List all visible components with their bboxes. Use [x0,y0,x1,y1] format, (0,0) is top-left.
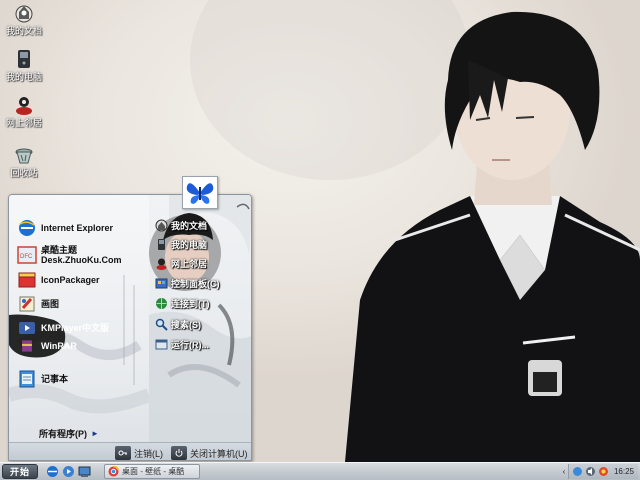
system-tray: 16:25 [568,464,638,479]
antivirus-tray-icon[interactable] [598,466,609,477]
network-neighborhood-icon [16,97,32,115]
control-panel-icon [155,278,168,288]
svg-text:DFC: DFC [20,254,33,260]
place-my-computer[interactable]: 我的电脑 [155,236,251,252]
start-menu-programs-panel: Internet Explorer DFC 桌酷主题 Desk.ZhuoKu.C… [9,195,149,442]
pinned-paint[interactable]: 画图 [17,293,145,315]
run-icon [155,339,168,349]
start-menu-places-panel: 我的文档 我的电脑 网上邻居 控制面板(C) 连接到(T) 搜索(S) 运行(R… [149,195,251,442]
place-connect-to[interactable]: 连接到(T) [155,295,251,311]
place-control-panel[interactable]: 控制面板(C) [155,275,251,291]
logoff-label: 注销(L) [134,448,163,459]
program-label: KMPlayer中文版 [41,323,110,333]
program-label: Internet Explorer [41,223,114,233]
place-label: 搜索(S) [171,319,201,330]
shutdown-button[interactable]: 关闭计算机(U) [171,445,248,460]
my-computer-icon [18,50,30,68]
place-network[interactable]: 网上邻居 [155,255,251,271]
program-label: IconPackager [41,275,100,285]
pinned-internet-explorer[interactable]: Internet Explorer [17,217,145,239]
start-button[interactable]: 开始 [2,464,38,479]
taskbar: 开始 桌面 - 壁纸 - 桌酷 ‹ 16:25 [0,462,640,480]
desktop-icon-recycle-bin[interactable]: 回收站 [2,144,46,179]
place-label: 我的文档 [171,220,208,231]
chevron-left-icon[interactable]: ‹ [560,466,568,477]
place-label: 连接到(T) [171,298,210,309]
start-menu: Internet Explorer DFC 桌酷主题 Desk.ZhuoKu.C… [8,194,252,461]
kmplayer-icon [19,322,35,334]
desktop-icon-my-computer[interactable]: 我的电脑 [2,48,46,83]
key-icon [115,446,131,460]
pinned-winrar[interactable]: WinRAR [17,338,145,354]
winrar-icon [22,340,32,352]
desktop-icon-label: 我的电脑 [5,72,42,82]
butterfly-icon [186,182,214,204]
place-label: 我的电脑 [171,239,208,250]
taskbar-window-button[interactable]: 桌面 - 壁纸 - 桌酷 [104,464,200,479]
place-label: 控制面板(C) [171,278,220,289]
arrow-right-icon: ► [91,428,99,438]
program-label: 记事本 [41,374,69,384]
place-my-documents[interactable]: 我的文档 [155,217,251,233]
place-label: 网上邻居 [171,258,208,269]
connect-to-icon [156,297,167,309]
quicklaunch-show-desktop-icon[interactable] [78,465,91,478]
all-programs-label: 所有程序(P) [39,428,87,439]
place-run[interactable]: 运行(R)... [155,336,251,352]
pinned-kmplayer[interactable]: KMPlayer中文版 [17,317,145,339]
desktop-icon-label: 我的文档 [5,26,42,36]
volume-tray-icon[interactable] [585,466,596,477]
quicklaunch-ie-icon[interactable] [46,465,59,478]
program-label: 画图 [41,299,60,309]
pinned-notepad[interactable]: 记事本 [17,368,145,390]
taskbar-window-label: 桌面 - 壁纸 - 桌酷 [122,467,185,476]
paint-icon [19,296,35,312]
pinned-iconpackager[interactable]: IconPackager [17,269,145,291]
program-label-sub: Desk.ZhuoKu.Com [41,255,122,265]
my-computer-icon [158,238,165,250]
program-label: WinRAR [41,341,77,351]
start-menu-footer: 注销(L) 关闭计算机(U) [9,442,251,460]
shutdown-label: 关闭计算机(U) [190,448,248,459]
browser-icon [108,466,119,477]
network-neighborhood-icon [156,258,167,270]
user-picture[interactable] [182,176,218,209]
clock[interactable]: 16:25 [614,467,634,476]
my-documents-icon [15,5,33,23]
logoff-button[interactable]: 注销(L) [115,445,163,460]
internet-explorer-icon [19,220,35,236]
power-icon [171,446,187,460]
my-documents-icon [155,219,168,231]
program-label: 桌酷主题 [41,245,78,255]
desktop-icon-my-documents[interactable]: 我的文档 [2,2,46,37]
search-icon [155,318,168,331]
place-label: 运行(R)... [171,339,209,350]
desktop-icon-label: 网上邻居 [5,118,42,128]
all-programs-button[interactable]: 所有程序(P) ► [39,427,131,439]
desktop-icon-label: 回收站 [10,168,38,178]
program-label-group: 桌酷主题 Desk.ZhuoKu.Com [41,245,122,265]
start-button-label: 开始 [9,467,30,477]
recycle-bin-icon [15,148,33,164]
place-search[interactable]: 搜索(S) [155,316,251,332]
quicklaunch-media-icon[interactable] [62,465,75,478]
desktop-icon-network[interactable]: 网上邻居 [2,94,46,129]
network-tray-icon[interactable] [572,466,583,477]
zhuoku-theme-icon: DFC [17,246,37,264]
iconpackager-icon [18,272,36,288]
notepad-icon [19,370,35,388]
pinned-zhuoku-theme[interactable]: DFC 桌酷主题 Desk.ZhuoKu.Com [17,242,145,268]
